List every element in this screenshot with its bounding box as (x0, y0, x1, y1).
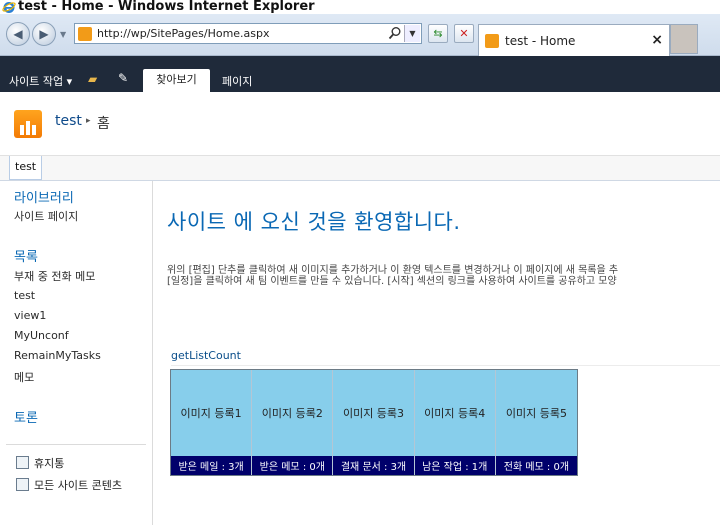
forward-button[interactable]: ▶ (32, 22, 56, 46)
stop-button[interactable]: ✕ (454, 24, 474, 43)
ql-heading-lists[interactable]: 목록 (14, 246, 38, 265)
ql-item-test[interactable]: test (14, 289, 35, 302)
top-navigation: test (0, 156, 720, 181)
window-title: test - Home - Windows Internet Explorer (18, 0, 315, 14)
site-content-icon (16, 478, 29, 491)
ql-all-site-content-label: 모든 사이트 콘텐츠 (34, 479, 122, 492)
folder-up-icon[interactable]: ▰ (88, 72, 104, 86)
address-url[interactable]: http://wp/SitePages/Home.aspx (97, 27, 270, 40)
tile-label: 이미지 등록4 (414, 370, 495, 456)
refresh-icon: ⇆ (433, 27, 443, 40)
ql-item-memo[interactable]: 메모 (14, 369, 34, 385)
site-actions-menu[interactable]: 사이트 작업 ▾ (9, 73, 72, 89)
tile-count: 받은 메일 : 3개 (171, 456, 252, 475)
tile-label: 이미지 등록5 (495, 370, 578, 456)
tab-page[interactable]: 페이지 (222, 73, 252, 89)
site-header: test ▸ 홈 (0, 92, 720, 156)
topnav-item-test[interactable]: test (9, 156, 43, 180)
address-dropdown-icon[interactable]: ▼ (404, 25, 420, 42)
ql-item-view1[interactable]: view1 (14, 309, 46, 322)
tab-browse[interactable]: 찾아보기 (143, 69, 210, 92)
tile-count: 전화 메모 : 0개 (495, 456, 578, 475)
tile[interactable]: 이미지 등록4 남은 작업 : 1개 (414, 370, 496, 475)
tile-count: 받은 메모 : 0개 (252, 456, 333, 475)
ql-heading-libraries[interactable]: 라이브러리 (14, 187, 74, 206)
ql-divider (6, 444, 146, 445)
tile-count: 결재 문서 : 3개 (333, 456, 414, 475)
main-content: 사이트 에 오신 것을 환영합니다. 위의 [편집] 단추를 클릭하여 새 이미… (153, 181, 720, 525)
close-icon: ✕ (459, 27, 469, 40)
arrow-left-icon: ◀ (13, 27, 23, 41)
welcome-description-line1: 위의 [편집] 단추를 클릭하여 새 이미지를 추가하거나 이 환영 텍스트를 … (167, 265, 619, 276)
browser-tab[interactable]: test - Home × (478, 24, 670, 56)
ql-all-site-content[interactable]: 모든 사이트 콘텐츠 (16, 477, 122, 493)
tab-title: test - Home (505, 34, 576, 48)
breadcrumb-site-link[interactable]: test (55, 113, 82, 129)
recycle-bin-icon (16, 456, 29, 469)
tile-label: 이미지 등록3 (333, 370, 414, 456)
arrow-right-icon: ▶ (39, 27, 49, 41)
edit-page-icon[interactable]: ✎ (118, 71, 134, 87)
sharepoint-ribbon: 사이트 작업 ▾ ▰ ✎ 찾아보기 페이지 (0, 56, 720, 92)
ql-item-site-pages[interactable]: 사이트 페이지 (14, 208, 78, 224)
tab-close-icon[interactable]: × (651, 32, 663, 48)
refresh-button[interactable]: ⇆ (428, 24, 448, 43)
search-icon[interactable] (388, 26, 402, 40)
tile[interactable]: 이미지 등록3 결재 문서 : 3개 (333, 370, 415, 475)
ql-recycle-bin-label: 휴지통 (34, 457, 65, 470)
ql-item-missed-call-memo[interactable]: 부재 중 전화 메모 (14, 268, 95, 284)
tile-label: 이미지 등록2 (252, 370, 333, 456)
breadcrumb-current-page: 홈 (97, 116, 110, 132)
site-logo-icon[interactable] (14, 110, 42, 138)
sharepoint-favicon-icon (485, 34, 499, 48)
tile[interactable]: 이미지 등록1 받은 메일 : 3개 (171, 370, 253, 475)
ql-recycle-bin[interactable]: 휴지통 (16, 455, 64, 471)
list-count-grid: 이미지 등록1 받은 메일 : 3개 이미지 등록2 받은 메모 : 0개 이미… (170, 369, 578, 476)
tile-label: 이미지 등록1 (171, 370, 252, 456)
history-dropdown-icon[interactable]: ▼ (60, 30, 66, 39)
browser-toolbar: ◀ ▶ ▼ http://wp/SitePages/Home.aspx ▼ ⇆ … (0, 14, 720, 56)
welcome-description-line2: [일정]을 클릭하여 새 팀 이벤트를 만들 수 있습니다. [시작] 섹션의 … (167, 276, 617, 287)
webpart-title[interactable]: getListCount (171, 349, 241, 362)
welcome-description: 위의 [편집] 단추를 클릭하여 새 이미지를 추가하거나 이 환영 텍스트를 … (167, 265, 720, 287)
window-titlebar: test - Home - Windows Internet Explorer (0, 0, 720, 14)
webpart-divider (171, 365, 720, 366)
tile-count: 남은 작업 : 1개 (414, 456, 495, 475)
page-title: 사이트 에 오신 것을 환영합니다. (167, 210, 461, 234)
quick-launch: 라이브러리 사이트 페이지 목록 부재 중 전화 메모 test view1 M… (0, 181, 153, 525)
address-bar[interactable]: http://wp/SitePages/Home.aspx ▼ (74, 23, 422, 44)
ql-item-remainmytasks[interactable]: RemainMyTasks (14, 349, 101, 362)
new-tab-button[interactable] (670, 24, 698, 54)
back-button[interactable]: ◀ (6, 22, 30, 46)
ql-item-myunconf[interactable]: MyUnconf (14, 329, 69, 342)
tile[interactable]: 이미지 등록5 전화 메모 : 0개 (495, 370, 578, 475)
tile[interactable]: 이미지 등록2 받은 메모 : 0개 (252, 370, 334, 475)
ql-heading-discussions[interactable]: 토론 (14, 407, 38, 426)
internet-explorer-icon (2, 2, 16, 13)
sharepoint-favicon-icon (78, 27, 92, 41)
breadcrumb-separator-icon: ▸ (86, 116, 91, 126)
